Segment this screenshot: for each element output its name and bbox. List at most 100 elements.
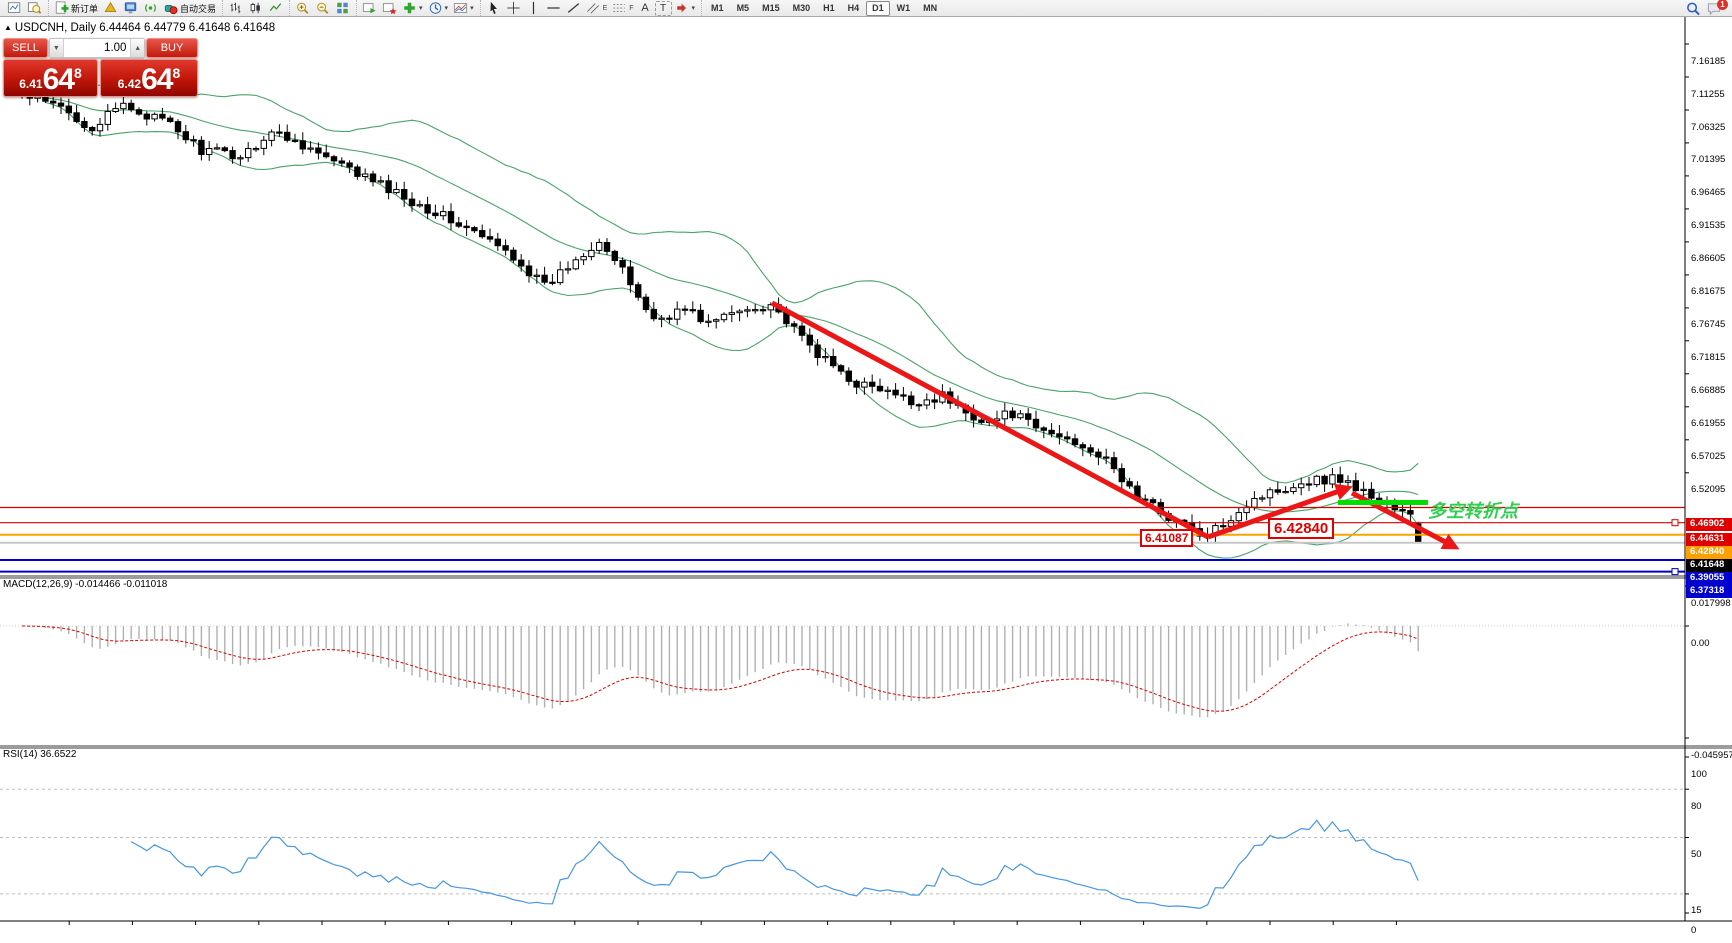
rsi-tick-label: 50 — [1691, 849, 1702, 860]
rsi-tick-label: 80 — [1691, 801, 1702, 812]
timeframe-m1[interactable]: M1 — [705, 1, 730, 16]
macd-signal-line — [22, 626, 1418, 711]
toolbar-group-drawing: E F A T ▾ — [480, 0, 700, 16]
toolbar: 新订单 自动交易 ▾ ▾ ▾ E — [0, 0, 1732, 17]
chevron-down-icon: ▾ — [470, 4, 474, 12]
horizontal-line-icon[interactable] — [544, 1, 563, 16]
metaeditor-icon[interactable] — [101, 1, 120, 16]
shapes-button[interactable]: ▾ — [673, 1, 698, 16]
macd-indicator-label: MACD(12,26,9) -0.014466 -0.011018 — [3, 579, 167, 590]
trend-arrow — [772, 303, 1208, 537]
timeframe-m30[interactable]: M30 — [787, 1, 817, 16]
mt4-window: 新订单 自动交易 ▾ ▾ ▾ E — [0, 0, 1732, 943]
timeframe-m15[interactable]: M15 — [756, 1, 786, 16]
hline-handle — [1672, 569, 1678, 575]
toolbar-group-chart-tools: ▾ ▾ ▾ — [356, 0, 479, 16]
price-highlight-label: 6.46902 — [1686, 518, 1732, 531]
crosshair-icon[interactable] — [504, 1, 523, 16]
toolbar-group-chart-type — [222, 0, 288, 16]
text-icon[interactable]: A — [637, 1, 654, 16]
channel-icon[interactable]: E — [584, 1, 610, 16]
price-tick-label: 6.81675 — [1691, 286, 1725, 297]
rsi-indicator-label: RSI(14) 36.6522 — [3, 749, 76, 760]
line-chart-type-icon[interactable] — [266, 1, 285, 16]
candle-chart-type-icon[interactable] — [246, 1, 265, 16]
sell-price-big: 64 — [43, 67, 74, 93]
one-click-trading-panel: SELL ▼ ▲ BUY 6.41648 6.42648 — [3, 38, 198, 97]
bb-upper — [45, 84, 1418, 483]
bar-chart-type-icon[interactable] — [226, 1, 245, 16]
timeframe-w1[interactable]: W1 — [891, 1, 917, 16]
price-highlight-label: 6.41648 — [1686, 559, 1732, 572]
collapse-icon[interactable]: ▲ — [4, 23, 12, 32]
rsi-line — [131, 820, 1418, 908]
fibonacci-letter: F — [629, 5, 633, 12]
notification-count: 1 — [1717, 0, 1728, 10]
macd-tick-label: 0.00 — [1691, 638, 1710, 649]
price-tick-label: 6.91535 — [1691, 220, 1725, 231]
buy-price-main: 6.42 — [118, 77, 141, 91]
zoom-out-icon[interactable] — [313, 1, 332, 16]
sell-price-sup: 8 — [74, 65, 82, 81]
timeframe-h4[interactable]: H4 — [842, 1, 866, 16]
timeframe-m5[interactable]: M5 — [731, 1, 756, 16]
text-label-icon[interactable]: T — [655, 1, 672, 16]
price-tick-label: 6.96465 — [1691, 187, 1725, 198]
fibonacci-icon[interactable]: F — [610, 1, 635, 16]
sell-button[interactable]: SELL — [3, 38, 48, 58]
chart-shift-icon[interactable] — [380, 1, 399, 16]
buy-price-box[interactable]: 6.42648 — [100, 59, 198, 97]
price-highlight-label: 6.37318 — [1686, 585, 1732, 598]
price-highlight-label: 6.42840 — [1686, 546, 1732, 559]
search-icon[interactable] — [1683, 1, 1703, 16]
signals-icon[interactable] — [141, 1, 160, 16]
macd-tick-label: -0.045957 — [1691, 750, 1732, 761]
price-highlight-label: 6.39055 — [1686, 572, 1732, 585]
annotation-price-level-label[interactable]: 6.42840 — [1268, 518, 1334, 539]
chart-title-text: USDCNH, Daily 6.44464 6.44779 6.41648 6.… — [15, 22, 275, 34]
annotation-cjk-text[interactable]: 多空转折点 — [1428, 497, 1518, 523]
chart-canvas[interactable] — [0, 17, 1732, 943]
price-tick-label: 7.06325 — [1691, 122, 1725, 133]
vertical-line-icon[interactable] — [524, 1, 543, 16]
new-order-button[interactable]: 新订单 — [52, 1, 100, 16]
rsi-tick-label: 100 — [1691, 769, 1707, 780]
volume-increase-button[interactable]: ▲ — [130, 39, 144, 57]
autotrading-label: 自动交易 — [180, 2, 216, 15]
cursor-icon[interactable] — [484, 1, 503, 16]
trendline-icon[interactable] — [564, 1, 583, 16]
chevron-down-icon: ▾ — [419, 4, 423, 12]
volume-decrease-button[interactable]: ▼ — [50, 39, 64, 57]
volume-input[interactable] — [64, 39, 131, 57]
new-chart-button[interactable] — [5, 1, 24, 16]
buy-button[interactable]: BUY — [146, 38, 198, 58]
new-order-label: 新订单 — [71, 2, 98, 15]
chart-profiles-button[interactable] — [25, 1, 44, 16]
zoom-in-icon[interactable] — [293, 1, 312, 16]
indicators-button[interactable]: ▾ — [400, 1, 425, 16]
autotrading-button[interactable]: 自动交易 — [161, 1, 218, 16]
toolbar-group-zoom — [289, 0, 355, 16]
price-tick-label: 7.16185 — [1691, 56, 1725, 67]
sell-price-box[interactable]: 6.41648 — [3, 59, 98, 97]
toolbar-group-charts — [2, 0, 47, 16]
timeframe-h1[interactable]: H1 — [817, 1, 841, 16]
price-tick-label: 6.61955 — [1691, 418, 1725, 429]
macd-histogram-layer — [22, 624, 1418, 718]
toolbar-group-timeframes: M1 M5 M15 M30 H1 H4 D1 W1 MN — [701, 0, 946, 16]
price-tick-label: 7.01395 — [1691, 154, 1725, 165]
periods-button[interactable]: ▾ — [426, 1, 451, 16]
tile-windows-icon[interactable] — [333, 1, 352, 16]
terminal-icon[interactable] — [121, 1, 140, 16]
timeframe-d1[interactable]: D1 — [866, 1, 890, 16]
notifications-button[interactable]: 1 — [1704, 1, 1724, 16]
annotation-price-low-label[interactable]: 6.41087 — [1140, 529, 1193, 547]
sell-price-main: 6.41 — [19, 77, 42, 91]
price-tick-label: 6.76745 — [1691, 319, 1725, 330]
templates-button[interactable]: ▾ — [451, 1, 476, 16]
hline-handle — [1672, 520, 1678, 526]
auto-scroll-icon[interactable] — [360, 1, 379, 16]
timeframe-mn[interactable]: MN — [917, 1, 943, 16]
trend-arrows-layer[interactable] — [772, 303, 1455, 547]
rsi-tick-label: 15 — [1691, 905, 1702, 916]
